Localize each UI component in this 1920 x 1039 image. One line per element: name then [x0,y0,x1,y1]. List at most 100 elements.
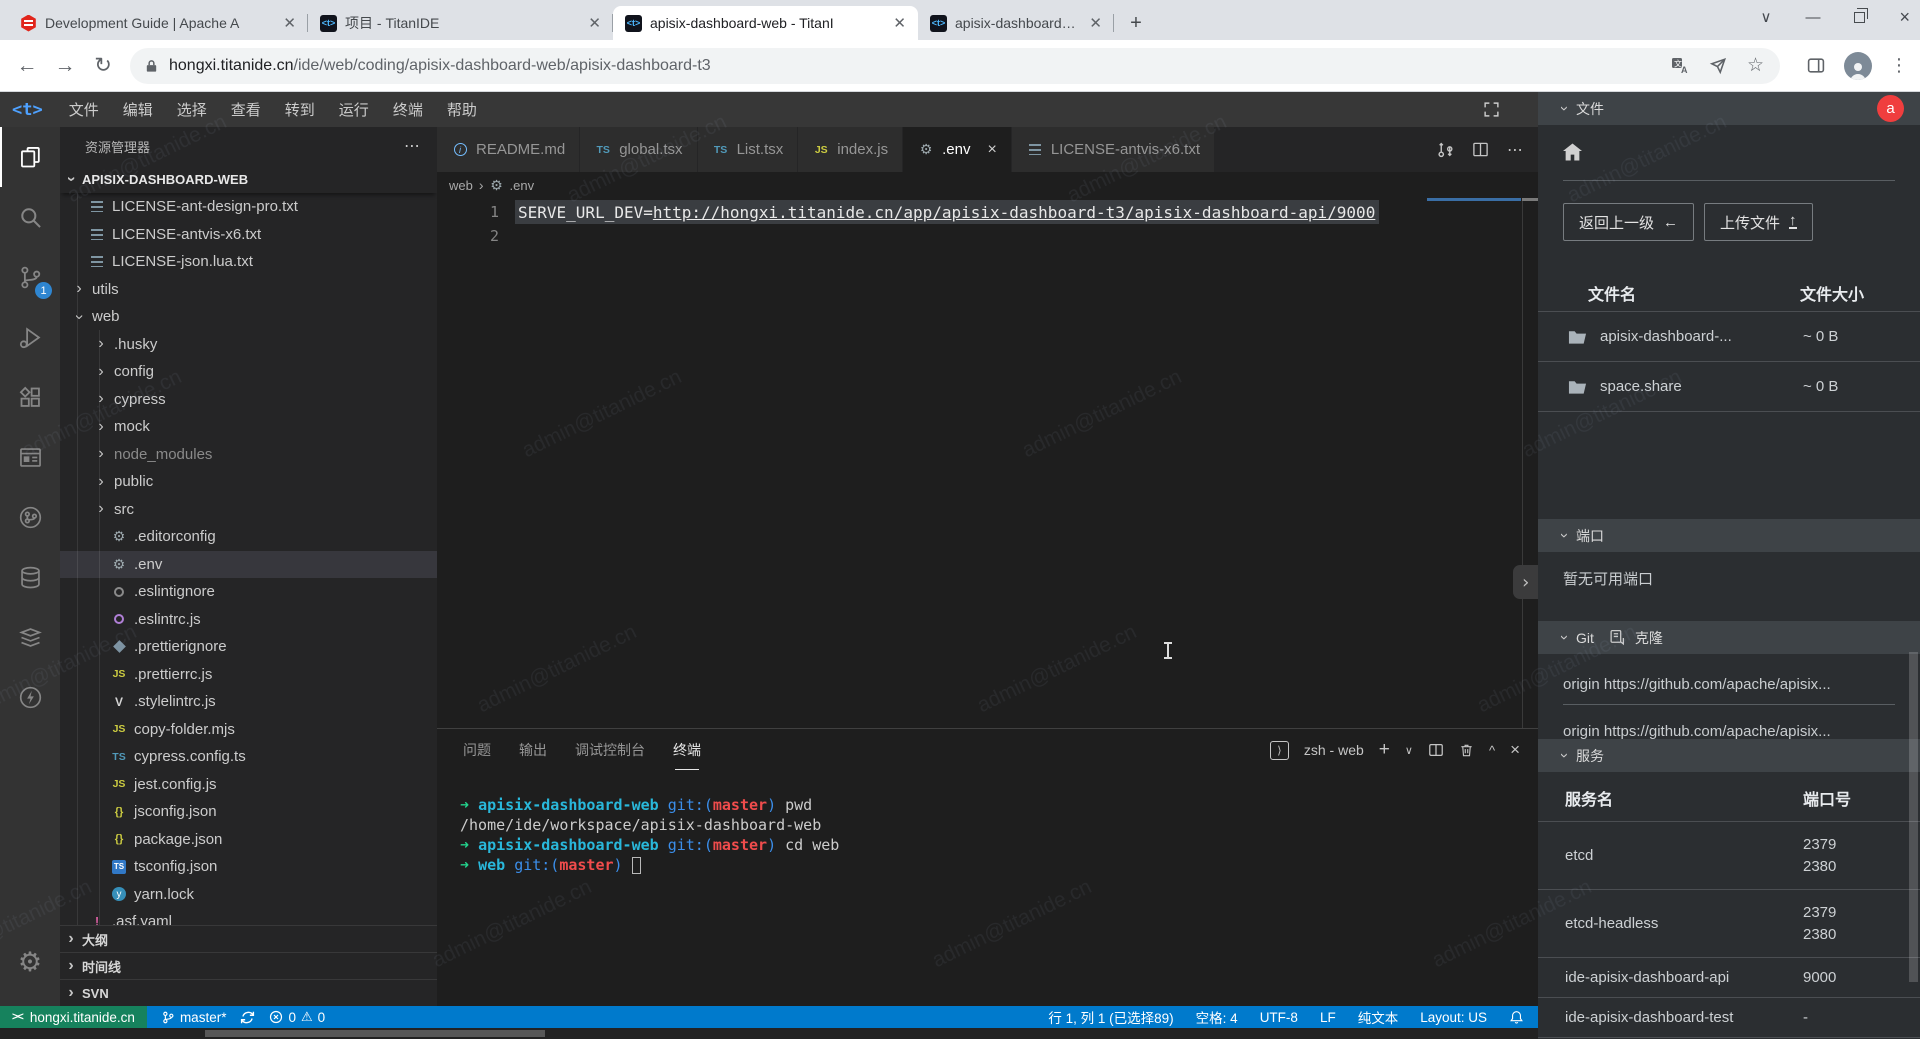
run-debug-icon[interactable] [0,307,60,367]
git-section-header[interactable]: › Git 克隆 [1538,621,1920,654]
menu-item-4[interactable]: 转到 [273,95,327,124]
tree-file-.env[interactable]: ⚙.env [60,551,437,579]
tree-file-.prettierrc.js[interactable]: JS.prettierrc.js [60,661,437,689]
tree-folder-cypress[interactable]: ›cypress [60,386,437,414]
lightning-icon[interactable] [0,667,60,727]
sidebar-section-2[interactable]: ›SVN [60,979,437,1006]
menu-item-7[interactable]: 帮助 [435,95,489,124]
editor-scrollbar[interactable] [1522,198,1538,728]
service-row-etcd-headless[interactable]: etcd-headless23792380 [1538,890,1920,958]
tree-folder-utils[interactable]: ›utils [60,276,437,304]
problems-status[interactable]: 0 ⚠ 0 [269,1009,325,1025]
scrollbar-thumb[interactable] [205,1030,545,1037]
tree-file-.asf.yaml[interactable]: !.asf.yaml [60,908,437,925]
kill-terminal-icon[interactable] [1459,742,1474,758]
sidebar-section-1[interactable]: ›时间线 [60,952,437,979]
editor-tab-README.md[interactable]: iREADME.md [437,127,580,172]
tree-file-LICENSE-ant-design-pro.txt[interactable]: LICENSE-ant-design-pro.txt [60,193,437,221]
browser-tab-0[interactable]: Development Guide | Apache A✕ [8,6,308,40]
split-editor-icon[interactable] [1472,141,1489,158]
ports-section-header[interactable]: › 端口 [1538,519,1920,552]
back-icon[interactable]: ← [8,54,46,78]
new-terminal-icon[interactable]: + [1379,739,1390,761]
terminal-dropdown-icon[interactable]: ∨ [1405,744,1413,757]
upload-file-button[interactable]: 上传文件↑ [1704,203,1813,241]
close-tab-icon[interactable]: ✕ [586,14,603,32]
close-tab-icon[interactable]: ✕ [1087,14,1104,32]
tree-file-.eslintignore[interactable]: .eslintignore [60,578,437,606]
service-row-etcd[interactable]: etcd23792380 [1538,822,1920,890]
tree-file-.eslintrc.js[interactable]: .eslintrc.js [60,606,437,634]
menu-item-1[interactable]: 编辑 [111,95,165,124]
tree-file-tsconfig.json[interactable]: TStsconfig.json [60,853,437,881]
redis-icon[interactable] [0,607,60,667]
bookmark-star-icon[interactable]: ☆ [1747,54,1764,77]
new-tab-button[interactable]: + [1122,9,1150,37]
panel-tab-终端[interactable]: 终端 [673,734,701,766]
translate-icon[interactable]: 文A [1671,57,1689,75]
service-row-ide-apisix-dashboard-test[interactable]: ide-apisix-dashboard-test- [1538,998,1920,1038]
explorer-icon[interactable] [0,127,60,187]
tree-folder-src[interactable]: ›src [60,496,437,524]
notifications-bell-icon[interactable] [1509,1010,1524,1025]
statusbar-item-2[interactable]: UTF-8 [1260,1010,1298,1025]
url-input[interactable]: hongxi.titanide.cn/ide/web/coding/apisix… [130,48,1780,84]
panel-tab-输出[interactable]: 输出 [519,734,547,766]
source-control-icon[interactable]: 1 [0,247,60,307]
tree-folder-config[interactable]: ›config [60,358,437,386]
editor-more-icon[interactable]: ⋯ [1507,140,1524,160]
tree-file-LICENSE-json.lua.txt[interactable]: LICENSE-json.lua.txt [60,248,437,276]
close-tab-icon[interactable]: ✕ [281,14,298,32]
explorer-more-icon[interactable]: ⋯ [404,136,421,156]
tree-file-yarn.lock[interactable]: yyarn.lock [60,881,437,909]
extensions-icon[interactable] [0,367,60,427]
split-terminal-icon[interactable] [1428,742,1444,758]
tree-file-cypress.config.ts[interactable]: TScypress.config.ts [60,743,437,771]
preview-icon[interactable] [0,427,60,487]
home-icon[interactable] [1563,143,1582,161]
open-changes-icon[interactable] [1437,141,1454,158]
tree-folder-node_modules[interactable]: ›node_modules [60,441,437,469]
tree-file-jest.config.js[interactable]: JSjest.config.js [60,771,437,799]
editor-tab-global.tsx[interactable]: TSglobal.tsx [580,127,697,172]
fullscreen-icon[interactable] [1483,101,1500,118]
back-to-parent-button[interactable]: 返回上一级← [1563,203,1694,241]
remote-indicator[interactable]: >< hongxi.titanide.cn [0,1006,147,1028]
explorer-root-folder[interactable]: › APISIX-DASHBOARD-WEB [60,165,437,193]
panel-tab-调试控制台[interactable]: 调试控制台 [575,734,645,766]
close-tab-icon[interactable]: × [987,141,996,159]
tree-file-jsconfig.json[interactable]: {}jsconfig.json [60,798,437,826]
panel-tab-问题[interactable]: 问题 [463,734,491,766]
share-icon[interactable] [1709,57,1727,75]
statusbar-item-0[interactable]: 行 1, 列 1 (已选择89) [1048,1007,1173,1027]
menu-item-6[interactable]: 终端 [381,95,435,124]
tab-search-chevron-icon[interactable]: ∨ [1761,8,1772,26]
tree-folder-mock[interactable]: ›mock [60,413,437,441]
settings-gear-icon[interactable]: ⚙ [0,932,60,992]
close-window-icon[interactable]: × [1899,7,1910,28]
browser-tab-2[interactable]: <t>apisix-dashboard-web - TitanI✕ [613,6,918,40]
tree-file-copy-folder.mjs[interactable]: JScopy-folder.mjs [60,716,437,744]
forward-icon[interactable]: → [46,54,84,78]
tree-folder-.husky[interactable]: ›.husky [60,331,437,359]
git-circle-icon[interactable] [0,487,60,547]
menu-item-0[interactable]: 文件 [57,95,111,124]
editor-tab-LICENSE-antvis-x6.txt[interactable]: LICENSE-antvis-x6.txt [1012,127,1215,172]
maximize-panel-icon[interactable]: ^ [1489,743,1495,758]
side-panel-icon[interactable] [1806,56,1826,75]
statusbar-item-1[interactable]: 空格: 4 [1196,1007,1238,1027]
terminal-output[interactable]: ➜ apisix-dashboard-web git:(master) pwd/… [437,771,1538,875]
code-editor[interactable]: 1 SERVE_URL_DEV=http://hongxi.titanide.c… [437,198,1538,728]
tree-file-LICENSE-antvis-x6.txt[interactable]: LICENSE-antvis-x6.txt [60,221,437,249]
git-remote-0[interactable]: origin https://github.com/apache/apisix.… [1563,676,1900,693]
close-tab-icon[interactable]: ✕ [891,14,908,32]
tree-folder-web[interactable]: ›web [60,303,437,331]
tree-file-.prettierignore[interactable]: .prettierignore [60,633,437,661]
editor-tab-.env[interactable]: ⚙.env× [903,127,1012,172]
tree-folder-public[interactable]: ›public [60,468,437,496]
services-section-header[interactable]: › 服务 [1538,739,1920,772]
files-section-header[interactable]: › 文件 a [1538,92,1920,125]
menu-item-3[interactable]: 查看 [219,95,273,124]
restore-icon[interactable] [1854,12,1865,23]
editor-tab-index.js[interactable]: JSindex.js [798,127,903,172]
